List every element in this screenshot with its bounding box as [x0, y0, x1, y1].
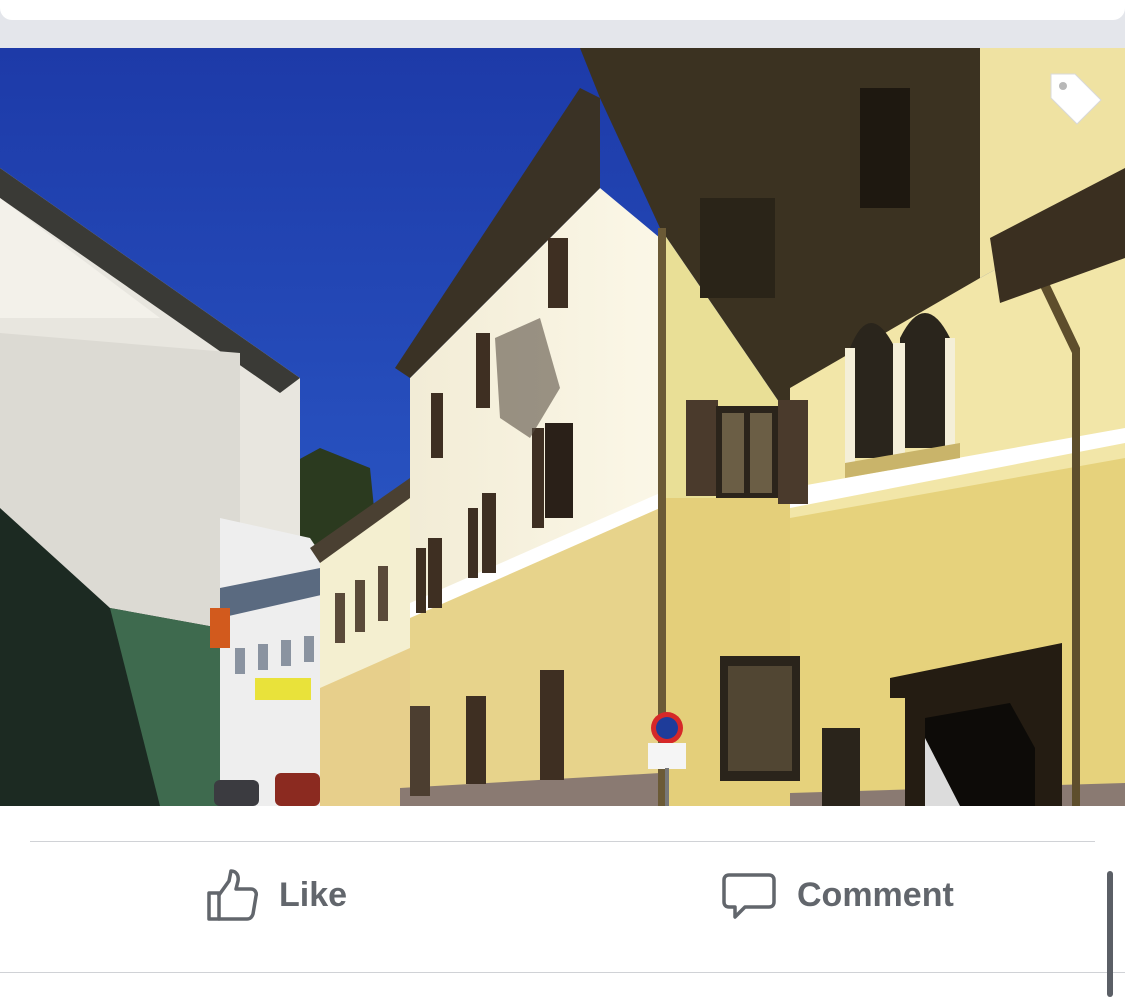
previous-post-card [0, 0, 1125, 20]
like-button[interactable]: Like [203, 862, 347, 928]
speech-bubble-icon [722, 873, 776, 919]
comment-button[interactable]: Comment [721, 862, 954, 928]
post-photo[interactable] [0, 48, 1125, 806]
comment-label: Comment [797, 875, 954, 914]
like-label: Like [279, 875, 348, 914]
thumbs-up-icon [207, 869, 258, 921]
tag-icon[interactable] [1047, 70, 1105, 128]
tag-icon-shape [1050, 73, 1102, 125]
scrollbar-thumb[interactable] [1107, 871, 1113, 997]
action-bar-divider-top [30, 841, 1095, 842]
action-bar-divider-bottom [0, 972, 1125, 973]
street-scene-illustration [0, 48, 1125, 806]
